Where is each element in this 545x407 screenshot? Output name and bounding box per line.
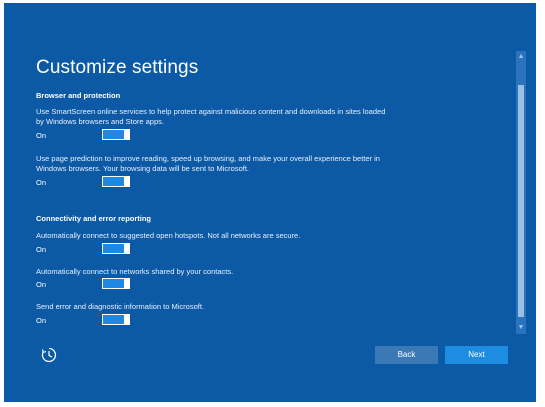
oobe-screen: Customize settings Browser and protectio… — [4, 3, 536, 402]
hotspots-toggle[interactable] — [102, 243, 130, 254]
diagnostics-description: Send error and diagnostic information to… — [36, 302, 204, 311]
toggle-knob — [124, 129, 129, 140]
contacts-setting: On — [36, 278, 156, 291]
smartscreen-toggle[interactable] — [102, 129, 130, 140]
hotspots-setting: On — [36, 243, 156, 256]
scroll-up-icon[interactable]: ▲ — [516, 51, 526, 63]
section-heading-connectivity: Connectivity and error reporting — [36, 214, 152, 223]
diagnostics-setting: On — [36, 314, 156, 327]
contacts-state-label: On — [36, 280, 47, 289]
prediction-toggle[interactable] — [102, 176, 130, 187]
diagnostics-state-label: On — [36, 316, 47, 325]
toggle-knob — [124, 278, 129, 289]
smartscreen-description: Use SmartScreen online services to help … — [36, 107, 386, 126]
smartscreen-setting: On — [36, 129, 156, 142]
vertical-scrollbar[interactable]: ▲ ▼ — [516, 51, 526, 334]
contacts-description: Automatically connect to networks shared… — [36, 267, 234, 276]
toggle-knob — [124, 243, 129, 254]
smartscreen-state-label: On — [36, 131, 47, 140]
section-heading-browser: Browser and protection — [36, 91, 121, 100]
toggle-knob — [124, 314, 129, 325]
prediction-setting: On — [36, 176, 156, 189]
ease-of-access-icon[interactable] — [40, 346, 58, 364]
scroll-down-icon[interactable]: ▼ — [516, 322, 526, 334]
page-title: Customize settings — [36, 57, 199, 78]
hotspots-state-label: On — [36, 245, 47, 254]
diagnostics-toggle[interactable] — [102, 314, 130, 325]
contacts-toggle[interactable] — [102, 278, 130, 289]
hotspots-description: Automatically connect to suggested open … — [36, 231, 301, 240]
back-button[interactable]: Back — [375, 346, 438, 364]
toggle-knob — [124, 176, 129, 187]
prediction-description: Use page prediction to improve reading, … — [36, 154, 380, 173]
next-button[interactable]: Next — [445, 346, 508, 364]
scroll-thumb[interactable] — [518, 85, 524, 317]
prediction-state-label: On — [36, 178, 47, 187]
